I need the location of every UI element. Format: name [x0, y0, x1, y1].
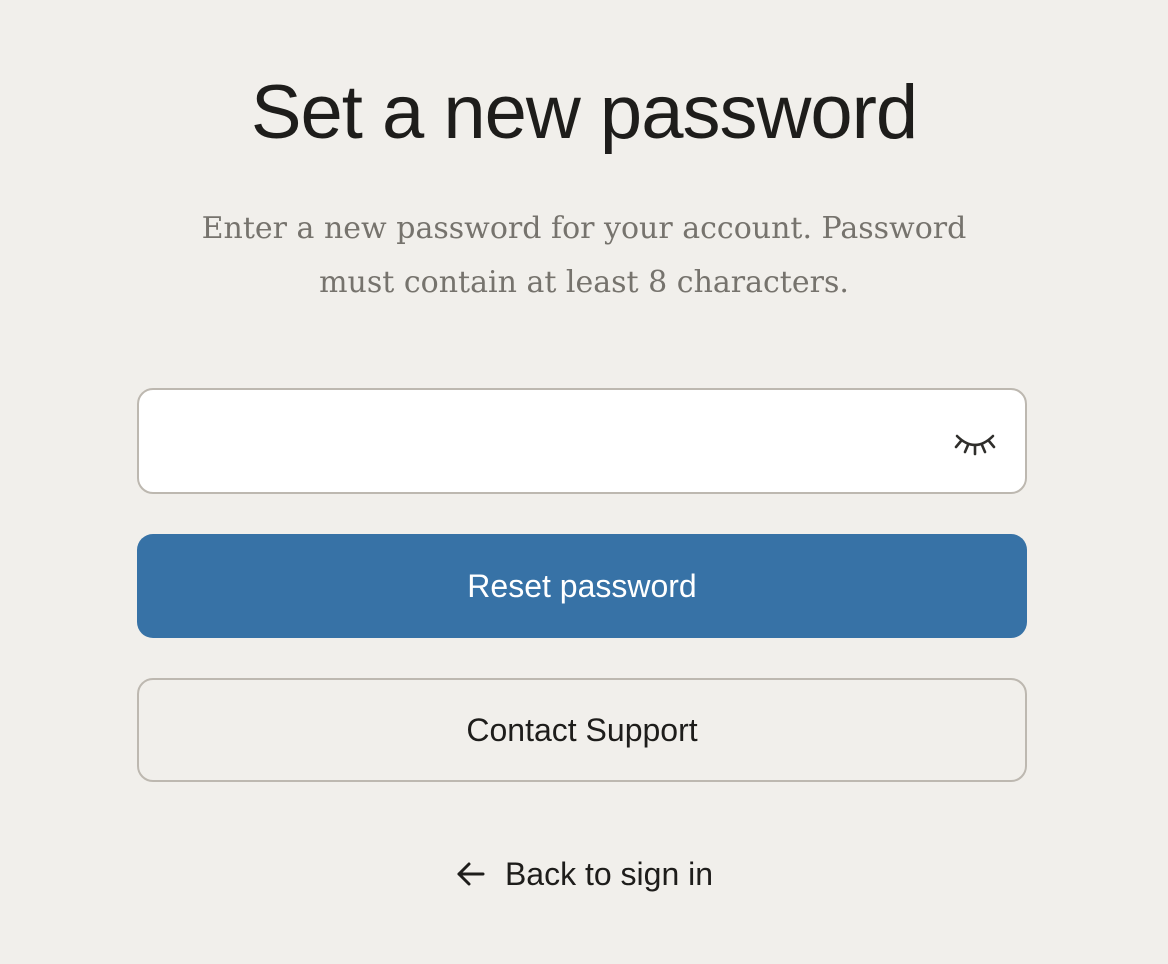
- arrow-left-icon: [455, 860, 487, 888]
- subtitle-line-2: must contain at least 8 characters.: [319, 265, 849, 300]
- eye-closed-icon[interactable]: [951, 424, 999, 460]
- page-subtitle: Enter a new password for your account. P…: [200, 202, 968, 310]
- back-link-label: Back to sign in: [504, 855, 714, 892]
- password-field[interactable]: [137, 388, 1027, 494]
- page-title: Set a new password: [250, 70, 918, 155]
- contact-support-button[interactable]: Contact Support: [137, 678, 1027, 782]
- subtitle-line-1: Enter a new password for your account. P…: [201, 211, 967, 246]
- password-input[interactable]: [139, 390, 929, 492]
- back-to-sign-in-link[interactable]: Back to sign in: [0, 852, 1168, 896]
- reset-password-page: Set a new password Enter a new password …: [0, 0, 1168, 964]
- reset-password-button[interactable]: Reset password: [137, 534, 1027, 638]
